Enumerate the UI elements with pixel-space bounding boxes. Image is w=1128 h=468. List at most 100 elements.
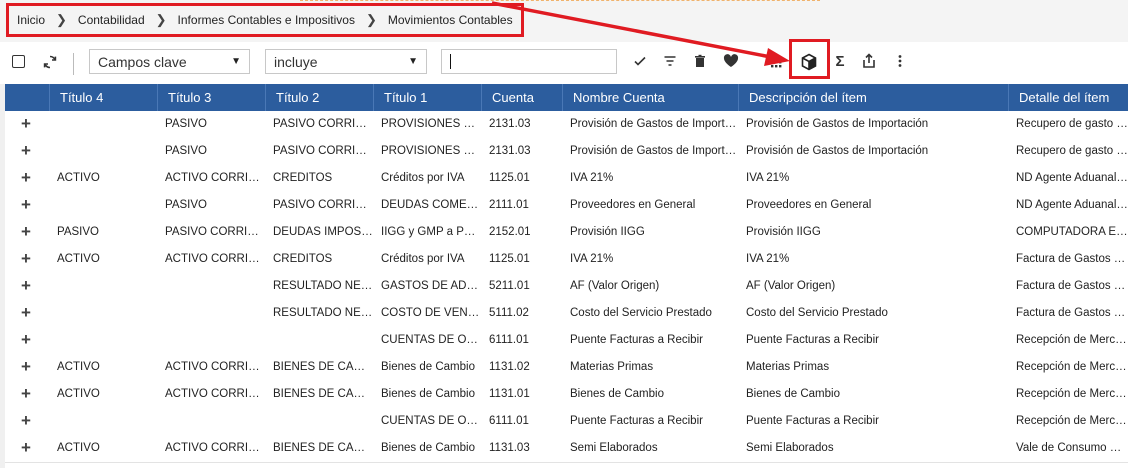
table-cell: Puente Facturas a Recibir	[570, 334, 703, 346]
caret-down-icon: ▼	[231, 56, 241, 67]
refresh-icon[interactable]	[40, 52, 60, 72]
table-cell	[157, 408, 265, 435]
table-row[interactable]: + PASIVO PASIVO CORRIENTE PROVISIONES CO...…	[5, 111, 1128, 139]
data-table: Título 4 Título 3 Título 2 Título 1 Cuen…	[5, 84, 1128, 468]
table-cell: PASIVO	[165, 199, 207, 211]
table-cell: DEUDAS IMPOSITI...	[273, 226, 373, 238]
field-select[interactable]: Campos clave ▼	[89, 49, 250, 74]
table-cell: ACTIVO CORRIENTE	[165, 442, 265, 454]
expand-row-plus-icon[interactable]: +	[21, 327, 31, 354]
table-cell: PROVISIONES CO...	[381, 145, 481, 157]
search-input[interactable]	[441, 49, 617, 74]
table-row[interactable]: + PASIVO PASIVO CORRIENTE DEUDAS IMPOSITI..…	[5, 219, 1128, 247]
table-cell: ACTIVO	[57, 442, 100, 454]
expand-row-plus-icon[interactable]: +	[21, 435, 31, 462]
column-header[interactable]: Título 3	[157, 84, 265, 111]
more-vertical-icon[interactable]	[890, 51, 910, 71]
table-cell: PASIVO	[57, 226, 99, 238]
table-cell: Bienes de Cambio	[746, 388, 840, 400]
column-header[interactable]: Nombre Cuenta	[562, 84, 738, 111]
table-cell: Puente Facturas a Recibir	[746, 334, 879, 346]
table-cell: 5211.01	[489, 280, 530, 292]
table-cell: Materias Primas	[746, 361, 830, 373]
grid-icon[interactable]	[767, 51, 787, 71]
expand-row-plus-icon[interactable]: +	[21, 111, 31, 138]
table-row[interactable]: + RESULTADO NEGA... GASTOS DE ADMI... 5211.…	[5, 273, 1128, 301]
expand-row-plus-icon[interactable]: +	[21, 408, 31, 435]
table-cell: Proveedores en General	[746, 199, 872, 211]
expand-row-plus-icon[interactable]: +	[21, 192, 31, 219]
table-cell: ND Agente Aduanal Nro.	[1016, 172, 1128, 184]
table-cell: ACTIVO CORRIENTE	[165, 172, 265, 184]
table-row[interactable]: + ACTIVO ACTIVO CORRIENTE CREDITOS Créditos …	[5, 165, 1128, 193]
expand-row-plus-icon[interactable]: +	[21, 300, 31, 327]
expand-row-plus-icon[interactable]: +	[21, 138, 31, 165]
chevron-right-icon: ❯	[155, 12, 167, 27]
breadcrumb-contabilidad[interactable]: Contabilidad	[78, 13, 145, 27]
table-row[interactable]: + PASIVO PASIVO CORRIENTE DEUDAS COMERC... 2…	[5, 192, 1128, 220]
sum-icon[interactable]: Σ	[830, 51, 850, 71]
table-row[interactable]: + CUENTAS DE ORD... 6111.01 Puente Facturas…	[5, 327, 1128, 355]
table-cell: 2152.01	[489, 226, 531, 238]
export-icon[interactable]	[859, 51, 879, 71]
table-row[interactable]: + RESULTADO NEGA... COSTO DE VENTAS 5111.02…	[5, 300, 1128, 328]
table-row[interactable]: + ACTIVO ACTIVO CORRIENTE CREDITOS Créditos …	[5, 246, 1128, 274]
table-cell: GASTOS DE ADMI...	[381, 280, 481, 292]
table-row[interactable]: + ACTIVO ACTIVO CORRIENTE BIENES DE CAMBIO B…	[5, 381, 1128, 409]
expand-row-plus-icon[interactable]: +	[21, 381, 31, 408]
expand-row-plus-icon[interactable]: +	[21, 273, 31, 300]
table-row[interactable]: + PASIVO PASIVO CORRIENTE PROVISIONES CO...…	[5, 138, 1128, 166]
table-row[interactable]: + ACTIVO ACTIVO CORRIENTE BIENES DE CAMBIO B…	[5, 354, 1128, 382]
table-cell: Provisión de Gastos de Importac...	[570, 145, 738, 157]
toolbar-divider	[73, 53, 74, 75]
table-cell: Semi Elaborados	[570, 442, 658, 454]
operator-select[interactable]: incluye ▼	[265, 49, 427, 74]
check-icon[interactable]	[630, 51, 650, 71]
table-cell: DEUDAS COMERC...	[381, 199, 481, 211]
table-cell: IVA 21%	[570, 253, 614, 265]
table-cell: Materias Primas	[570, 361, 654, 373]
expand-row-plus-icon[interactable]: +	[21, 246, 31, 273]
table-cell: BIENES DE CAMBIO	[273, 442, 373, 454]
breadcrumb-informes[interactable]: Informes Contables e Impositivos	[178, 13, 355, 27]
filter-icon[interactable]	[660, 51, 680, 71]
table-cell: ND Agente Aduanal Nro.	[1016, 199, 1128, 211]
table-cell: ACTIVO	[57, 361, 100, 373]
table-cell: ACTIVO	[57, 172, 100, 184]
column-header[interactable]: Detalle del ítem	[1008, 84, 1128, 111]
table-header: Título 4 Título 3 Título 2 Título 1 Cuen…	[5, 84, 1128, 111]
trash-icon[interactable]	[690, 51, 710, 71]
table-cell: PASIVO CORRIENTE	[273, 199, 373, 211]
table-cell: ACTIVO	[57, 253, 100, 265]
heart-icon[interactable]	[721, 51, 741, 71]
table-cell	[49, 273, 157, 300]
column-header[interactable]: Título 4	[49, 84, 157, 111]
table-cell: IVA 21%	[746, 253, 790, 265]
operator-select-value: incluye	[274, 53, 318, 70]
table-cell: Provisión IIGG	[746, 226, 821, 238]
table-cell: Bienes de Cambio	[381, 442, 475, 454]
table-cell	[265, 327, 373, 354]
table-cell: 2131.03	[489, 145, 531, 157]
column-header[interactable]: Título 2	[265, 84, 373, 111]
column-header[interactable]: Descripción del ítem	[738, 84, 1008, 111]
table-row[interactable]: + CUENTAS DE ORD... 6111.01 Puente Facturas…	[5, 408, 1128, 436]
table-cell: CREDITOS	[273, 172, 333, 184]
field-select-value: Campos clave	[98, 53, 187, 70]
table-cell: PASIVO CORRIENTE	[165, 226, 265, 238]
expand-row-plus-icon[interactable]: +	[21, 219, 31, 246]
table-cell: AF (Valor Origen)	[746, 280, 836, 292]
table-row[interactable]: + ACTIVO ACTIVO CORRIENTE BIENES DE CAMBIO B…	[5, 435, 1128, 463]
table-cell: Provisión de Gastos de Importación	[746, 118, 929, 130]
table-cell: BIENES DE CAMBIO	[273, 361, 373, 373]
expand-row-plus-icon[interactable]: +	[21, 354, 31, 381]
breadcrumb-movimientos[interactable]: Movimientos Contables	[388, 13, 513, 27]
column-header[interactable]: Cuenta	[481, 84, 562, 111]
table-cell	[49, 111, 157, 138]
table-cell: COMPUTADORA ESCRIT	[1016, 226, 1128, 238]
expand-row-plus-icon[interactable]: +	[21, 165, 31, 192]
table-cell: Factura de Gastos de Im	[1016, 307, 1128, 319]
select-all-checkbox[interactable]	[12, 55, 25, 68]
breadcrumb-inicio[interactable]: Inicio	[17, 13, 45, 27]
column-header[interactable]: Título 1	[373, 84, 481, 111]
